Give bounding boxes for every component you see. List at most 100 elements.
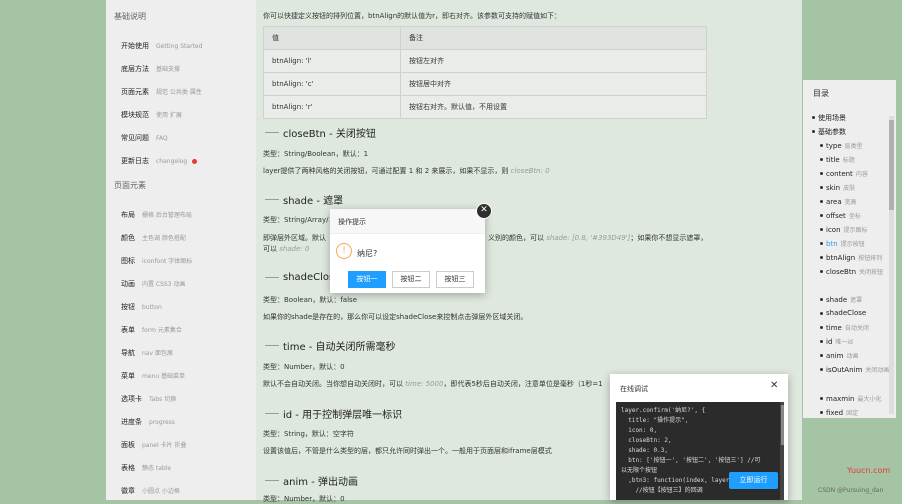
code-scrollbar-thumb[interactable] <box>781 405 784 445</box>
toc-item-label: shadeClose <box>826 309 867 317</box>
table-header: 值 <box>263 26 401 50</box>
sidebar-item-button[interactable]: 按钮 button <box>121 302 162 312</box>
dialog-close-icon[interactable]: ✕ <box>476 203 492 219</box>
toc-item[interactable]: time 自动关闭 <box>820 323 869 332</box>
sidebar-item-sub: 栅格 后台管理布局 <box>142 212 192 219</box>
toc-item[interactable]: skin 皮肤 <box>819 183 855 192</box>
section-title: time - 自动关闭所需毫秒 <box>265 338 396 353</box>
table-cell: 按钮右对齐。默认值，不用设置 <box>400 95 707 119</box>
section-desc: 如果你的shade是存在的，那么你可以设定shadeClose来控制点击弹层外区… <box>263 313 528 321</box>
toc-item[interactable]: content 内容 <box>820 169 868 178</box>
toc-item[interactable]: btnAlign 按钮排列 <box>819 253 883 262</box>
dialog-button-3[interactable]: 按钮三 <box>436 271 474 288</box>
toc-item[interactable]: area 宽高 <box>820 197 857 206</box>
toc-item-label: title <box>826 156 840 164</box>
debug-title: 在线调试 <box>620 385 648 393</box>
section-type: 类型：Boolean，默认：false <box>263 296 357 304</box>
debug-close-icon[interactable]: ✕ <box>770 380 778 391</box>
sidebar-item-nav[interactable]: 导航 nav 面包屑 <box>121 348 173 358</box>
section-title-text: closeBtn - 关闭按钮 <box>283 129 376 140</box>
sidebar-item-label: 选项卡 <box>121 395 142 403</box>
toc-item[interactable]: closeBtn 关闭按钮 <box>819 267 884 276</box>
section-type: 类型：Number，默认：0 <box>263 495 345 503</box>
dialog-titlebar[interactable]: 操作提示 <box>330 209 485 234</box>
toc-item[interactable]: 基础参数 <box>812 127 846 137</box>
section-desc-text: 义别的颜色，可以 <box>488 234 547 242</box>
toc-item[interactable]: offset 坐标 <box>820 211 861 220</box>
toc-item[interactable]: title 标题 <box>820 155 855 164</box>
toc-item-label: 使用场景 <box>818 114 846 122</box>
toc-item[interactable]: icon 提示图标 <box>820 225 868 234</box>
toc-item-sub: 按钮排列 <box>858 255 883 262</box>
toc-item-sub: 内容 <box>855 171 868 178</box>
table-cell: btnAlign: 'r' <box>263 95 401 119</box>
sidebar-item-getting-started[interactable]: 开始使用 Getting Started <box>121 41 202 51</box>
sidebar-item-label: 面板 <box>121 441 135 449</box>
sidebar-item-faq[interactable]: 常见问题 FAQ <box>121 133 168 143</box>
sidebar-item-form[interactable]: 表单 form 元素集合 <box>121 325 182 335</box>
toc-item-label: skin <box>826 184 841 192</box>
toc-item[interactable]: maxmin 最大小化 <box>819 394 882 403</box>
toc-item-sub: 关闭动画 <box>865 367 890 374</box>
sidebar-item-badge[interactable]: 徽章 小圆点 小边框 <box>121 486 180 496</box>
section-type: 类型：String/Boolean，默认：1 <box>263 150 369 158</box>
toc-item-sub: 固定 <box>846 410 859 417</box>
sidebar-item-icon[interactable]: 图标 iconfont 字体图标 <box>121 256 192 266</box>
sidebar-item-color[interactable]: 颜色 主色调 颜色搭配 <box>121 233 186 243</box>
toc-item[interactable]: 使用场景 <box>812 113 846 123</box>
toc-item[interactable]: type 层类型 <box>820 141 863 150</box>
code-scrollbar[interactable] <box>780 402 784 500</box>
sidebar-item-label: 按钮 <box>121 303 135 311</box>
sidebar-item-elements[interactable]: 页面元素 规范 公共类 属性 <box>121 87 202 97</box>
toc-item-active[interactable]: btn 提示按钮 <box>820 239 865 248</box>
toc-item-label: content <box>826 170 853 178</box>
toc-scrollbar-thumb[interactable] <box>889 120 894 210</box>
sidebar-item-progress[interactable]: 进度条 progress <box>121 417 175 427</box>
sidebar-item-layout[interactable]: 布局 栅格 后台管理布局 <box>121 210 192 220</box>
sidebar-item-changelog[interactable]: 更新日志 changelog <box>121 156 198 166</box>
run-button[interactable]: 立即运行 <box>729 472 778 489</box>
toc-item[interactable]: anim 动画 <box>820 351 859 360</box>
toc-item-sub: 最大小化 <box>857 396 882 403</box>
toc-item[interactable]: fixed 固定 <box>819 408 859 417</box>
sidebar-item-label: 常见问题 <box>121 134 149 142</box>
section-desc-text: ；如果你不想显示遮罩， <box>630 234 708 242</box>
section-desc-text: layer提供了两种风格的关闭按钮，可通过配置 1 和 2 来展示，如果不显示，… <box>263 167 511 175</box>
toc-item-sub: 唯一id <box>835 339 853 346</box>
toc-item[interactable]: id 唯一id <box>820 337 853 346</box>
section-type: 类型：String/Array/ <box>263 216 329 224</box>
toc-item-sub: 动画 <box>846 353 859 360</box>
toc-item[interactable]: isOutAnim 关闭动画 <box>819 365 890 374</box>
toc-item-label: shade <box>826 296 848 304</box>
sidebar-heading: 页面元素 <box>114 181 146 190</box>
section-type: 类型：String，默认：空字符 <box>263 430 354 438</box>
dialog-message: 纳尼? <box>357 249 378 258</box>
sidebar-item-tabs[interactable]: 选项卡 Tabs 切换 <box>121 394 176 404</box>
table-header-row: 值 备注 <box>263 26 707 50</box>
section-desc-text: 可以 <box>263 245 280 253</box>
section-desc-text: 默认不会自动关闭。当你想自动关闭时，可以 <box>263 380 406 388</box>
sidebar-item-panel[interactable]: 面板 panel 卡片 折叠 <box>121 440 186 450</box>
sidebar-item-anim[interactable]: 动画 内置 CSS3 动画 <box>121 279 185 289</box>
toc-item-sub: 提示按钮 <box>840 241 865 248</box>
toc-item-label: icon <box>826 226 841 234</box>
table-header: 备注 <box>400 26 707 50</box>
toc-item-sub: 层类型 <box>844 143 863 150</box>
toc-item[interactable]: shadeClose <box>819 309 867 317</box>
dialog-button-1[interactable]: 按钮一 <box>348 271 386 288</box>
sidebar-item-sub: changelog <box>156 158 188 165</box>
sidebar-item-table[interactable]: 表格 静态 table <box>121 463 171 473</box>
sidebar-item-label: 页面元素 <box>121 88 149 96</box>
sidebar-item-base[interactable]: 底层方法 基础支撑 <box>121 64 180 74</box>
toc-item-sub: 关闭按钮 <box>859 269 884 276</box>
toc-item-label: id <box>826 338 833 346</box>
dialog-button-2[interactable]: 按钮二 <box>392 271 430 288</box>
toc-item-label: fixed <box>826 409 844 417</box>
sidebar-item-sub: 内置 CSS3 动画 <box>142 281 186 288</box>
sidebar-item-modules[interactable]: 模块规范 使用 扩展 <box>121 110 182 120</box>
sidebar-item-menu[interactable]: 菜单 menu 基础菜单 <box>121 371 185 381</box>
inline-code: shade: [0.8, '#393D49'] <box>546 234 631 242</box>
sidebar-item-label: 更新日志 <box>121 157 149 165</box>
toc-item[interactable]: shade 遮罩 <box>819 295 862 304</box>
toc-scrollbar[interactable] <box>889 116 894 414</box>
